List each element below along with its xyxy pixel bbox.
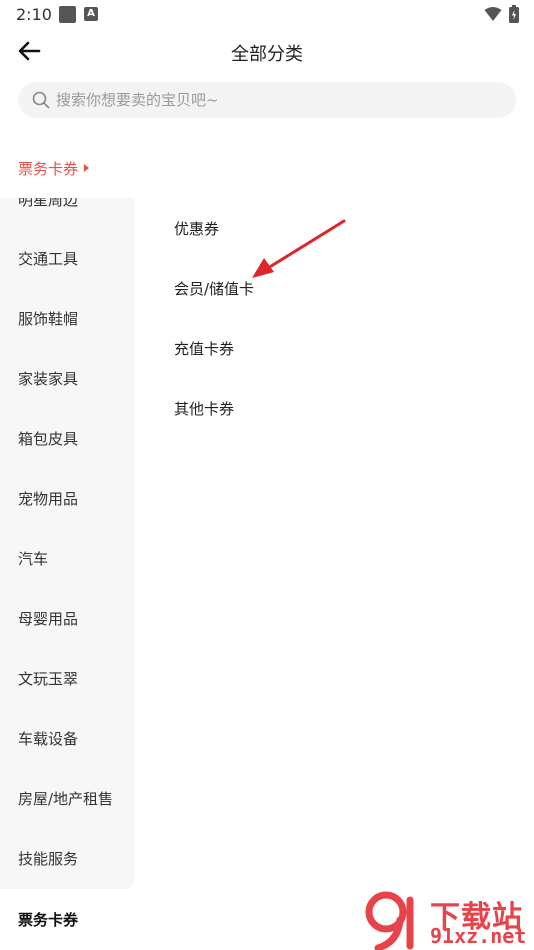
subcategory-item[interactable]: 优惠券 — [174, 218, 219, 239]
top-bar: 全部分类 — [0, 28, 534, 74]
current-category-label: 票务卡券 — [18, 160, 79, 178]
notification-icon — [59, 6, 76, 23]
wifi-icon — [484, 7, 502, 21]
sidebar-item-active[interactable]: 票务卡券 — [18, 909, 78, 930]
sidebar-item[interactable]: 母婴用品 — [18, 608, 78, 629]
status-time: 2:10 — [16, 5, 52, 24]
battery-icon — [509, 5, 519, 23]
sidebar-item[interactable]: 汽车 — [18, 548, 48, 569]
search-input[interactable] — [56, 82, 496, 118]
sidebar-item[interactable]: 文玩玉翠 — [18, 668, 78, 689]
sidebar-item[interactable]: 宠物用品 — [18, 488, 78, 509]
subcategory-item[interactable]: 会员/储值卡 — [174, 278, 254, 299]
watermark-url: 91xz.net — [430, 924, 527, 948]
sidebar-item[interactable]: 房屋/地产租售 — [18, 788, 113, 809]
current-category[interactable]: 票务卡券 — [18, 158, 90, 179]
page-title: 全部分类 — [231, 44, 303, 65]
caret-right-icon — [84, 163, 90, 172]
search-icon — [32, 91, 50, 109]
subcategory-item[interactable]: 其他卡券 — [174, 398, 234, 419]
category-sidebar[interactable]: 明星周边 交通工具 服饰鞋帽 家装家具 箱包皮具 宠物用品 汽车 母婴用品 文玩… — [0, 198, 134, 889]
sidebar-item[interactable]: 车载设备 — [18, 728, 78, 749]
sidebar-item[interactable]: 箱包皮具 — [18, 428, 78, 449]
watermark: 下载站 91xz.net — [364, 890, 534, 950]
status-bar: 2:10 A — [0, 0, 534, 28]
annotation-arrow — [252, 219, 346, 278]
sidebar-item[interactable]: 交通工具 — [18, 248, 78, 269]
app-indicator-icon: A — [84, 7, 98, 21]
subcategory-item[interactable]: 充值卡券 — [174, 338, 234, 359]
watermark-logo-icon — [365, 891, 414, 950]
sidebar-item[interactable]: 家装家具 — [18, 368, 78, 389]
search-bar[interactable] — [18, 82, 516, 118]
sidebar-item[interactable]: 技能服务 — [18, 848, 78, 869]
sidebar-item[interactable]: 服饰鞋帽 — [18, 308, 78, 329]
sidebar-item[interactable]: 明星周边 — [18, 198, 78, 210]
